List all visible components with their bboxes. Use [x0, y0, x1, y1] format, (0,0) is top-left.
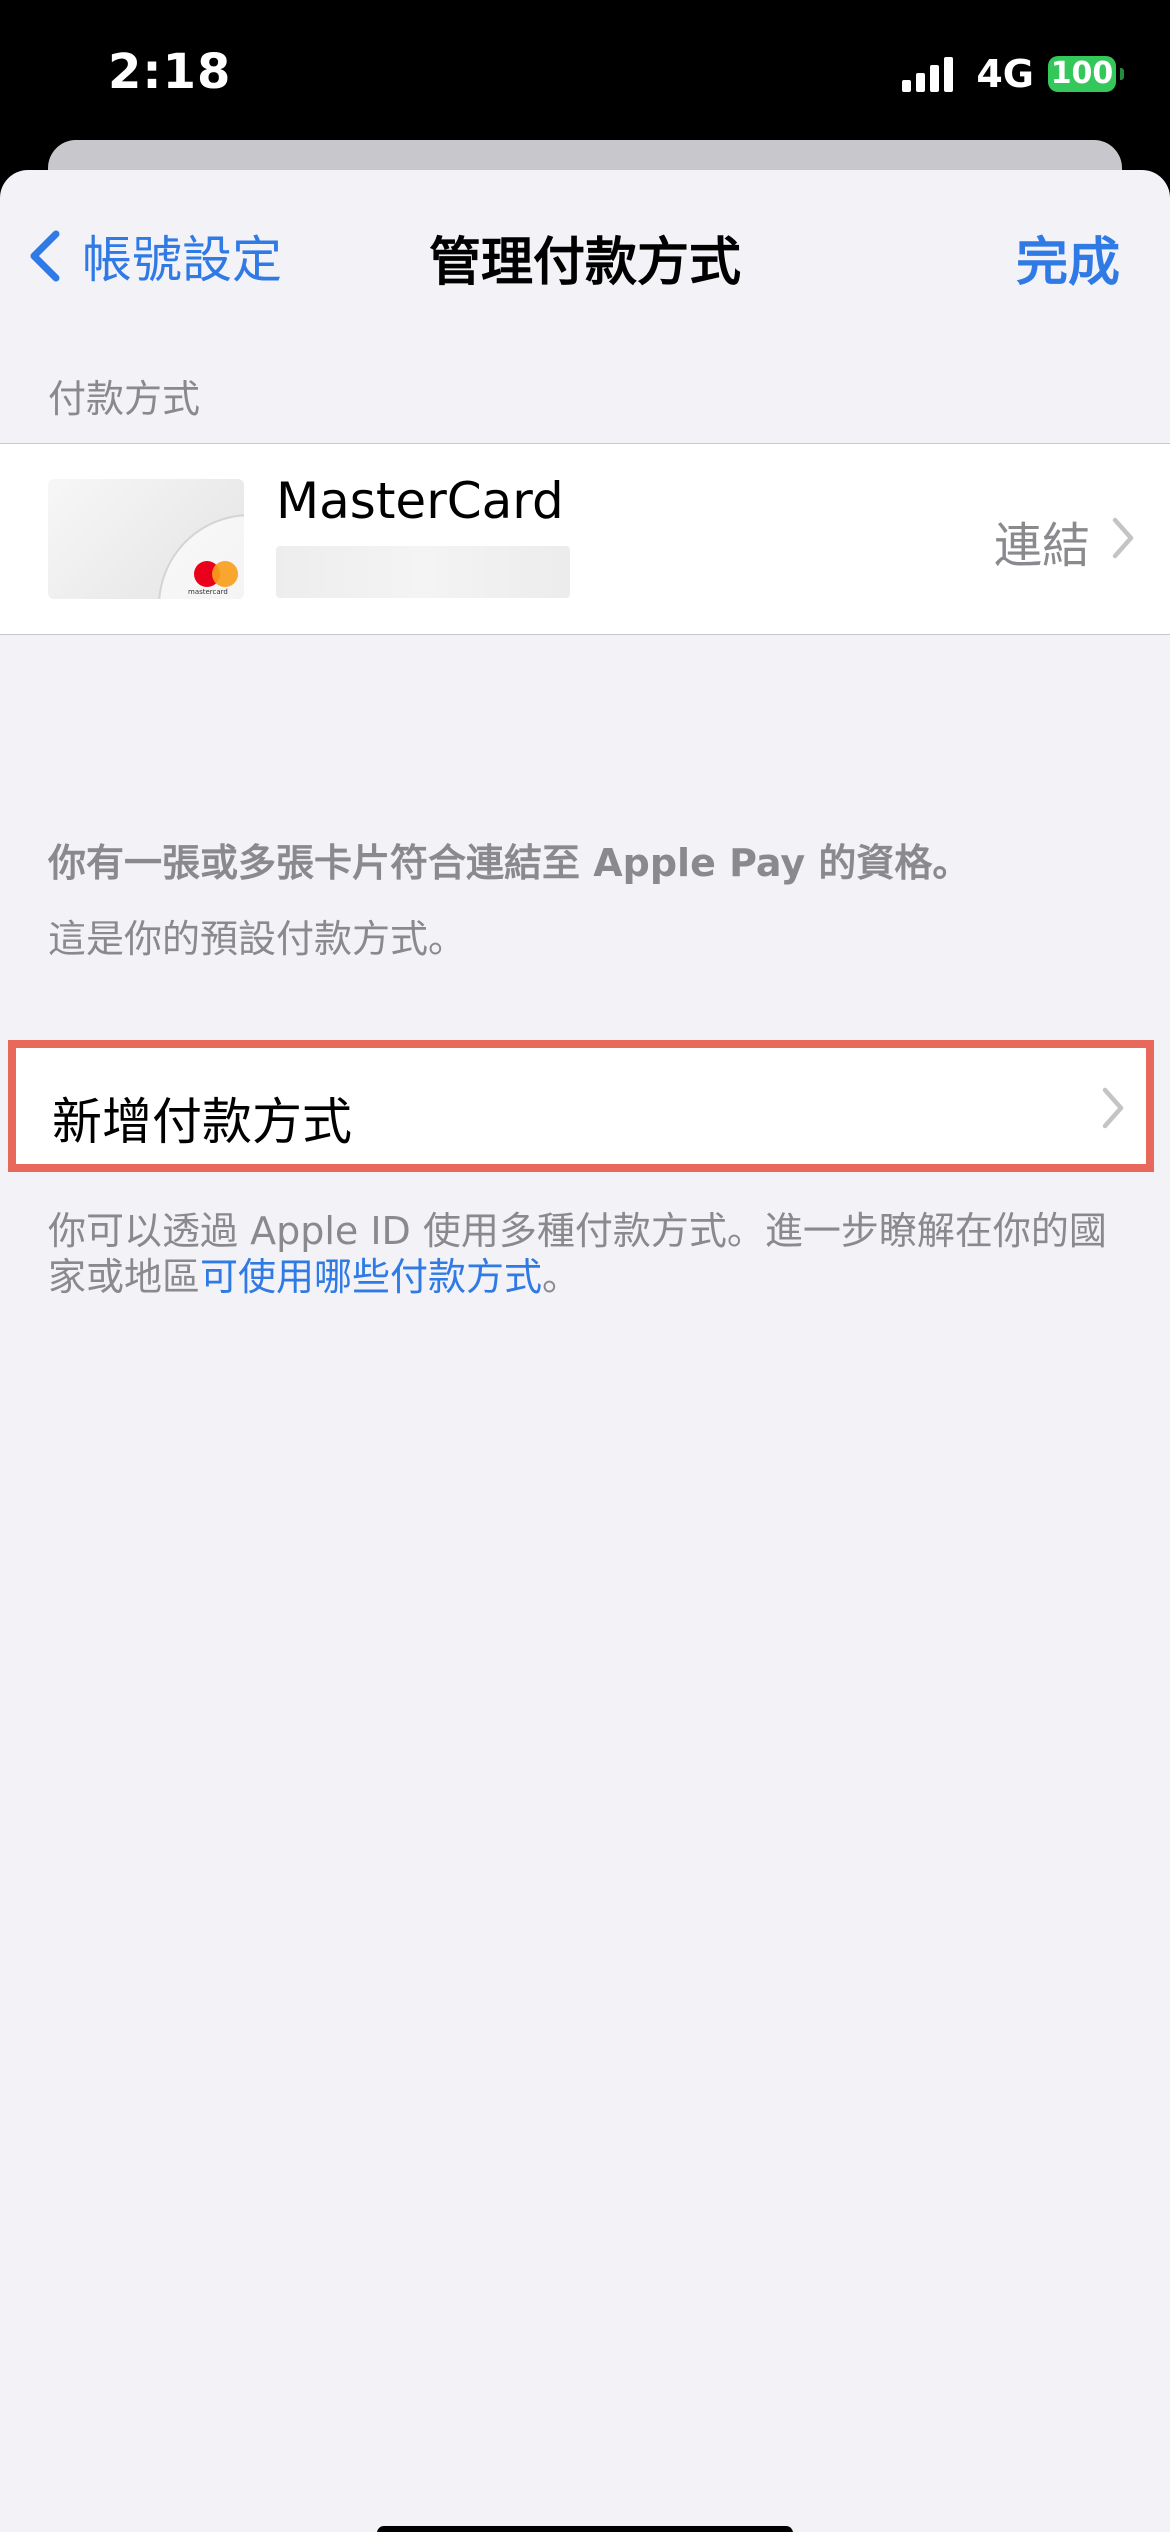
done-button[interactable]: 完成 [1016, 220, 1120, 295]
payment-card-row[interactable]: mastercard MasterCard 連結 [0, 443, 1170, 635]
home-indicator[interactable] [377, 2526, 793, 2532]
manage-payment-sheet: 帳號設定 管理付款方式 完成 付款方式 mastercard MasterCar… [0, 170, 1170, 2532]
add-payment-method-label: 新增付款方式 [52, 1093, 352, 1151]
footer-text-after: 。 [542, 1255, 581, 1299]
default-method-note: 這是你的預設付款方式。 [48, 917, 467, 961]
apple-pay-eligibility-note: 你有一張或多張卡片符合連結至 Apple Pay 的資格。 [48, 841, 971, 885]
battery-tip [1120, 68, 1124, 80]
page-title: 管理付款方式 [428, 233, 741, 293]
navigation-bar: 帳號設定 管理付款方式 完成 [0, 170, 1170, 340]
card-name: MasterCard [276, 472, 564, 530]
network-type: 4G [976, 52, 1034, 96]
add-payment-method-button[interactable]: 新增付款方式 [8, 1040, 1154, 1172]
available-methods-link[interactable]: 可使用哪些付款方式 [200, 1255, 542, 1299]
status-indicators: 4G 100 [902, 52, 1124, 96]
chevron-right-icon [1112, 517, 1134, 559]
battery-level: 100 [1050, 56, 1114, 91]
card-number-redacted [276, 546, 570, 598]
card-image: mastercard [48, 479, 244, 599]
chevron-right-icon [1102, 1087, 1124, 1129]
link-apple-pay-button[interactable]: 連結 [994, 506, 1090, 576]
payment-methods-info: 你可以透過 Apple ID 使用多種付款方式。進一步瞭解在你的國家或地區可使用… [48, 1208, 1128, 1300]
status-time: 2:18 [108, 44, 232, 100]
signal-icon [902, 56, 958, 92]
battery-icon: 100 [1048, 56, 1124, 92]
section-header: 付款方式 [48, 377, 201, 421]
status-bar: 2:18 4G 100 [0, 0, 1170, 150]
card-brand-text: mastercard [188, 588, 228, 596]
mastercard-logo-icon [194, 561, 238, 587]
